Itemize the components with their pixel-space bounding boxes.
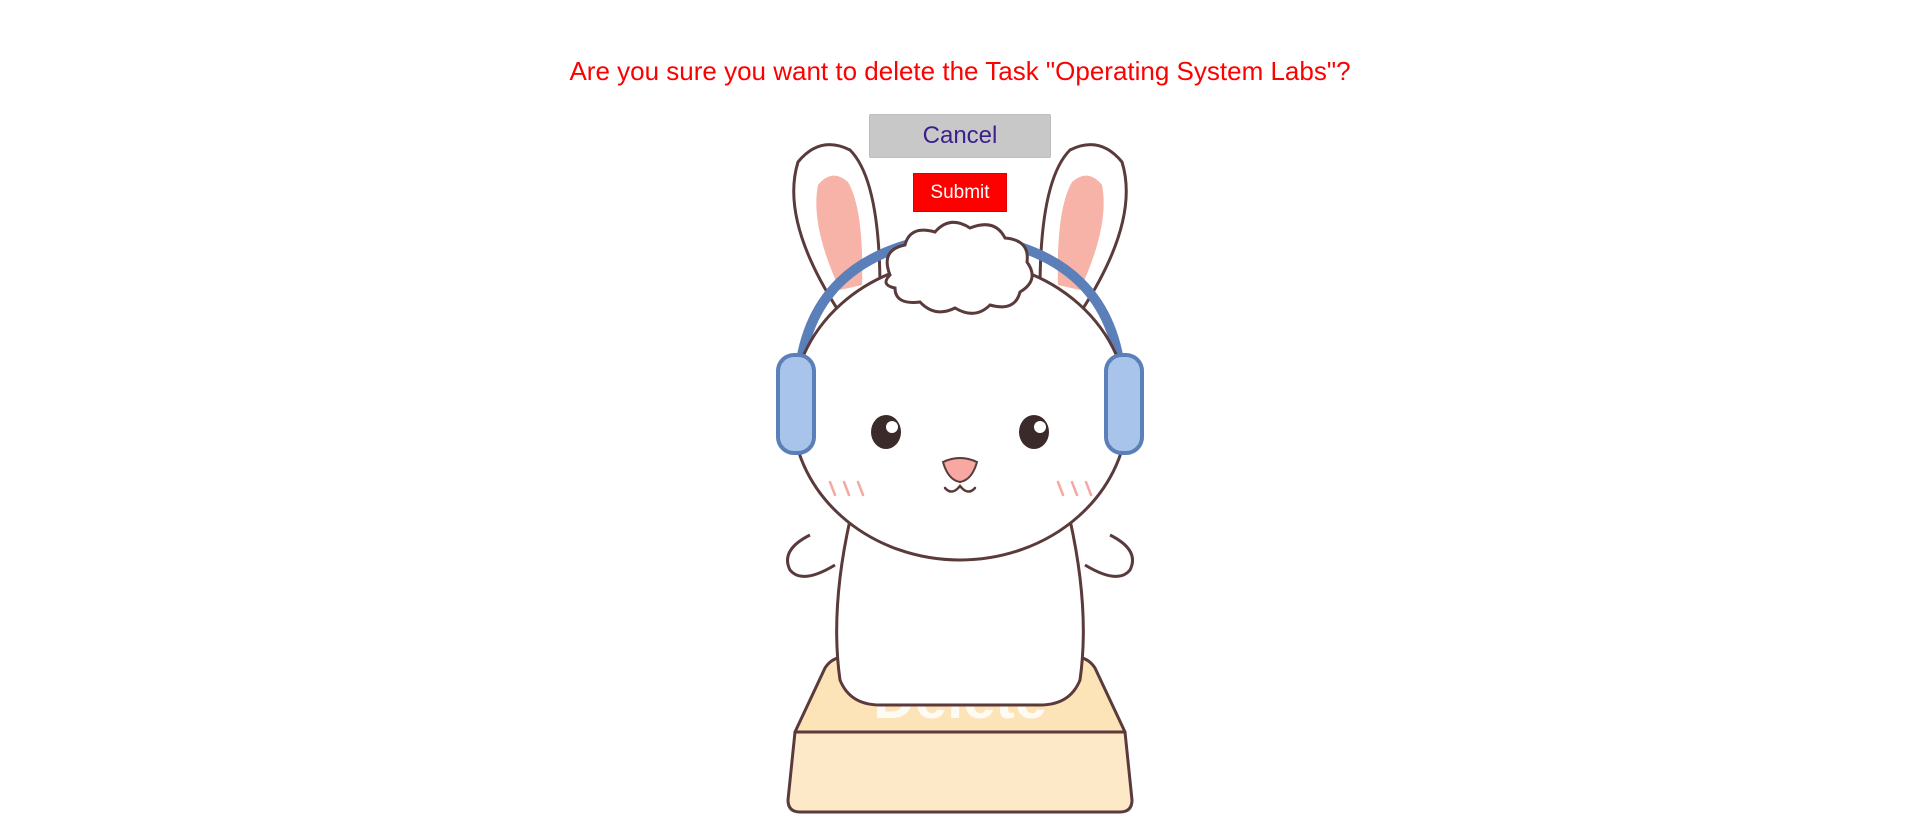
submit-button[interactable]: Submit [913, 173, 1007, 212]
delete-confirmation-page: Are you sure you want to delete the Task… [0, 0, 1920, 826]
fluffy-tuft [884, 220, 1034, 315]
bunny-delete-key-illustration: Delete [776, 143, 1144, 814]
cancel-button[interactable]: Cancel [869, 114, 1051, 158]
delete-confirmation-prompt: Are you sure you want to delete the Task… [569, 56, 1351, 86]
